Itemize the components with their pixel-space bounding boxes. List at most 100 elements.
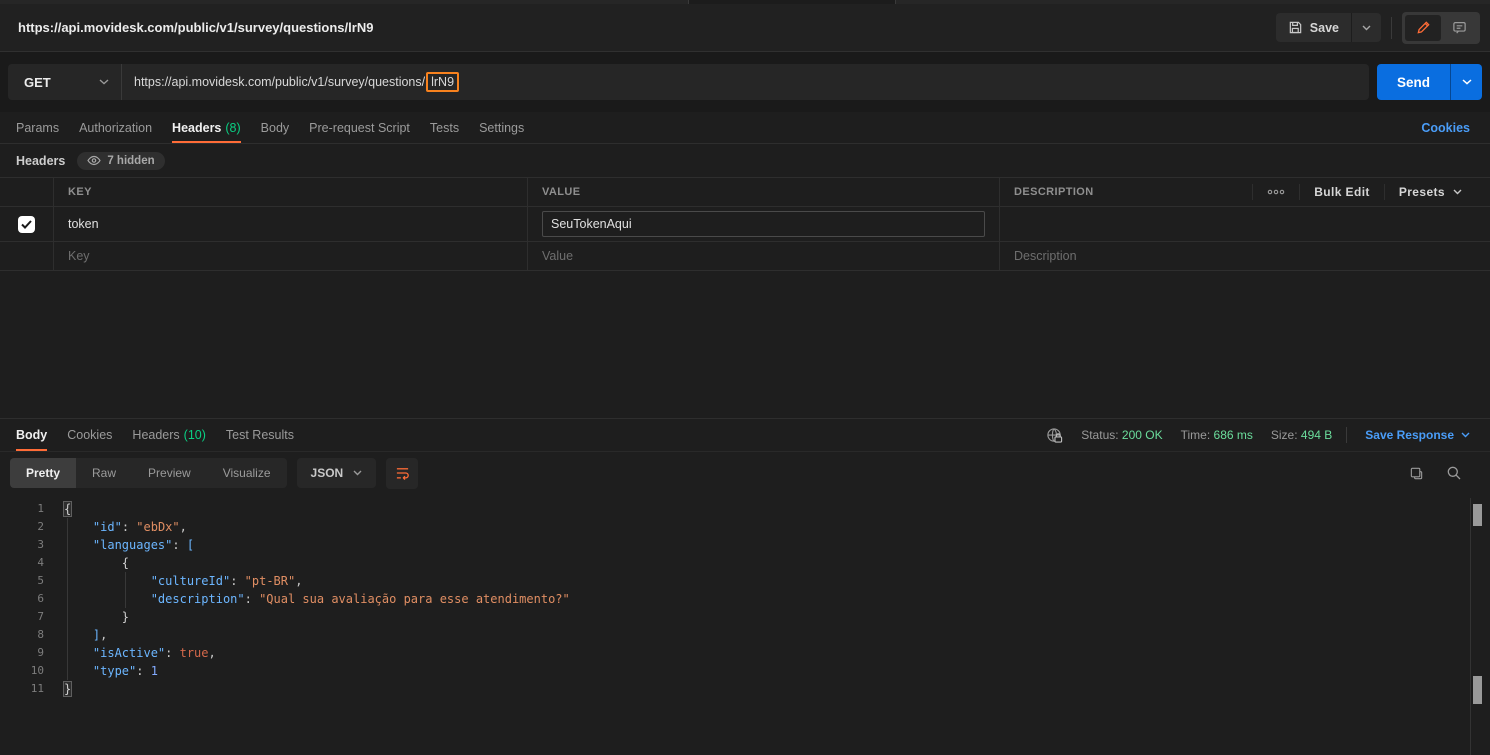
comments-button[interactable] — [1441, 15, 1477, 41]
response-tab-cookies[interactable]: Cookies — [57, 419, 122, 451]
presets-button[interactable]: Presets — [1383, 184, 1476, 200]
line-number: 5 — [37, 574, 44, 587]
tab-label: Params — [16, 120, 60, 135]
code-text: "description": "Qual sua avaliação para … — [150, 592, 570, 606]
response-tabs-row: Body Cookies Headers (10) Test Results Statu… — [0, 419, 1490, 452]
line-number: 3 — [37, 538, 44, 551]
row-checkbox[interactable] — [18, 215, 35, 233]
time-badge[interactable]: Time: 686 ms — [1181, 428, 1253, 442]
code-lines: 1{2 "id": "ebDx", 3 "languages": [4 {5 "c… — [0, 500, 1490, 698]
select-all-cell — [0, 178, 54, 206]
divider — [1391, 16, 1392, 39]
tab-label: Headers — [132, 428, 180, 442]
size-badge[interactable]: Size: 494 B — [1271, 428, 1332, 442]
tab-label: Cookies — [67, 428, 113, 442]
header-value-input[interactable] — [542, 211, 985, 237]
column-key: KEY — [54, 178, 528, 206]
code-text: "cultureId": "pt-BR", — [150, 574, 303, 588]
header-value-cell — [528, 207, 1000, 241]
line-number: 10 — [30, 664, 44, 677]
response-tab-body[interactable]: Body — [6, 419, 57, 451]
status-value: 200 OK — [1121, 428, 1163, 442]
request-tab-pre-request-script[interactable]: Pre-request Script — [299, 112, 420, 143]
search-response-button[interactable] — [1446, 465, 1462, 481]
active-workspace-tab[interactable] — [688, 0, 896, 4]
format-selector[interactable]: JSON — [296, 458, 377, 488]
cookies-link[interactable]: Cookies — [1407, 112, 1484, 143]
send-button[interactable]: Send — [1377, 64, 1450, 100]
response-body-editor[interactable]: 1{2 "id": "ebDx", 3 "languages": [4 {5 "c… — [0, 494, 1490, 755]
comment-icon — [1452, 22, 1466, 34]
url-text: https://api.movidesk.com/public/v1/surve… — [134, 75, 426, 89]
workspace-tab-strip[interactable] — [0, 0, 1490, 4]
row-checkbox-cell — [0, 207, 54, 241]
pencil-icon — [1416, 21, 1430, 34]
code-line: 2 "id": "ebDx", — [0, 518, 1490, 536]
bulk-edit-button[interactable]: Bulk Edit — [1299, 184, 1384, 200]
code-line: 1{ — [0, 500, 1490, 518]
view-tab-preview[interactable]: Preview — [132, 458, 207, 488]
method-selector[interactable]: GET — [8, 64, 122, 100]
tab-label: Test Results — [225, 428, 294, 442]
new-description-input[interactable] — [1014, 249, 1476, 263]
scrollbar-track[interactable] — [1470, 498, 1471, 755]
save-icon — [1288, 20, 1303, 35]
network-globe-lock-icon[interactable] — [1046, 427, 1063, 444]
view-tab-visualize[interactable]: Visualize — [207, 458, 287, 488]
url-bar: GET https://api.movidesk.com/public/v1/s… — [8, 64, 1369, 100]
code-line: 10 "type": 1 — [0, 662, 1490, 680]
chevron-down-icon — [1461, 79, 1472, 85]
line-number: 1 — [37, 502, 44, 515]
header-key-cell[interactable]: token — [54, 207, 528, 241]
status-badge[interactable]: Status: 200 OK — [1081, 428, 1162, 442]
edit-documentation-button[interactable] — [1405, 14, 1441, 41]
wrap-text-button[interactable] — [386, 457, 419, 489]
code-text: "isActive": true, — [92, 646, 216, 660]
save-options-button[interactable] — [1351, 13, 1381, 42]
method-label: GET — [24, 74, 51, 90]
url-id-annotation: lrN9 — [426, 72, 460, 92]
url-input[interactable]: https://api.movidesk.com/public/v1/surve… — [122, 64, 1369, 100]
code-line: 5 "cultureId": "pt-BR", — [0, 572, 1490, 590]
view-tab-pretty[interactable]: Pretty — [10, 458, 77, 488]
headers-table: KEY VALUE DESCRIPTION Bulk Edit Presets — [0, 177, 1490, 271]
save-response-button[interactable]: Save Response — [1365, 428, 1470, 442]
request-tab-settings[interactable]: Settings — [469, 112, 534, 143]
hidden-headers-count: 7 hidden — [107, 154, 155, 167]
new-description-cell — [1000, 242, 1490, 270]
code-text: } — [121, 610, 130, 624]
request-tab-authorization[interactable]: Authorization — [69, 112, 162, 143]
save-button[interactable]: Save — [1276, 13, 1351, 42]
response-tab-headers[interactable]: Headers (10) — [122, 419, 215, 451]
request-tab-headers[interactable]: Headers (8) — [162, 112, 251, 143]
chevron-down-icon — [1362, 25, 1371, 30]
column-description-cell: DESCRIPTION Bulk Edit Presets — [1000, 178, 1490, 206]
more-options-button[interactable] — [1252, 184, 1299, 200]
send-options-button[interactable] — [1450, 64, 1482, 100]
request-title: https://api.movidesk.com/public/v1/surve… — [18, 20, 374, 35]
code-line: 11} — [0, 680, 1490, 698]
headers-label-row: Headers 7 hidden — [0, 144, 1490, 177]
code-line: 9 "isActive": true, — [0, 644, 1490, 662]
code-text: { — [121, 556, 130, 570]
code-text: { — [62, 501, 73, 517]
new-value-input[interactable] — [542, 249, 985, 263]
request-tab-tests[interactable]: Tests — [420, 112, 469, 143]
eye-icon — [87, 155, 102, 166]
tab-label: Body — [260, 120, 290, 135]
tab-count: (10) — [183, 428, 206, 442]
new-key-input[interactable] — [68, 249, 513, 263]
response-tab-test-results[interactable]: Test Results — [216, 419, 304, 451]
scrollbar-thumb[interactable] — [1473, 504, 1482, 526]
view-tab-raw[interactable]: Raw — [76, 458, 132, 488]
chevron-down-icon — [1461, 432, 1470, 438]
request-tab-body[interactable]: Body — [251, 112, 300, 143]
scrollbar-thumb[interactable] — [1473, 676, 1482, 704]
header-description-cell[interactable] — [1000, 207, 1490, 241]
response-view-row: Pretty Raw Preview Visualize JSON — [0, 452, 1490, 494]
request-tab-params[interactable]: Params — [6, 112, 69, 143]
code-line: 3 "languages": [ — [0, 536, 1490, 554]
copy-response-button[interactable] — [1409, 466, 1424, 481]
hidden-headers-toggle[interactable]: 7 hidden — [77, 151, 165, 170]
code-text: } — [62, 681, 73, 697]
